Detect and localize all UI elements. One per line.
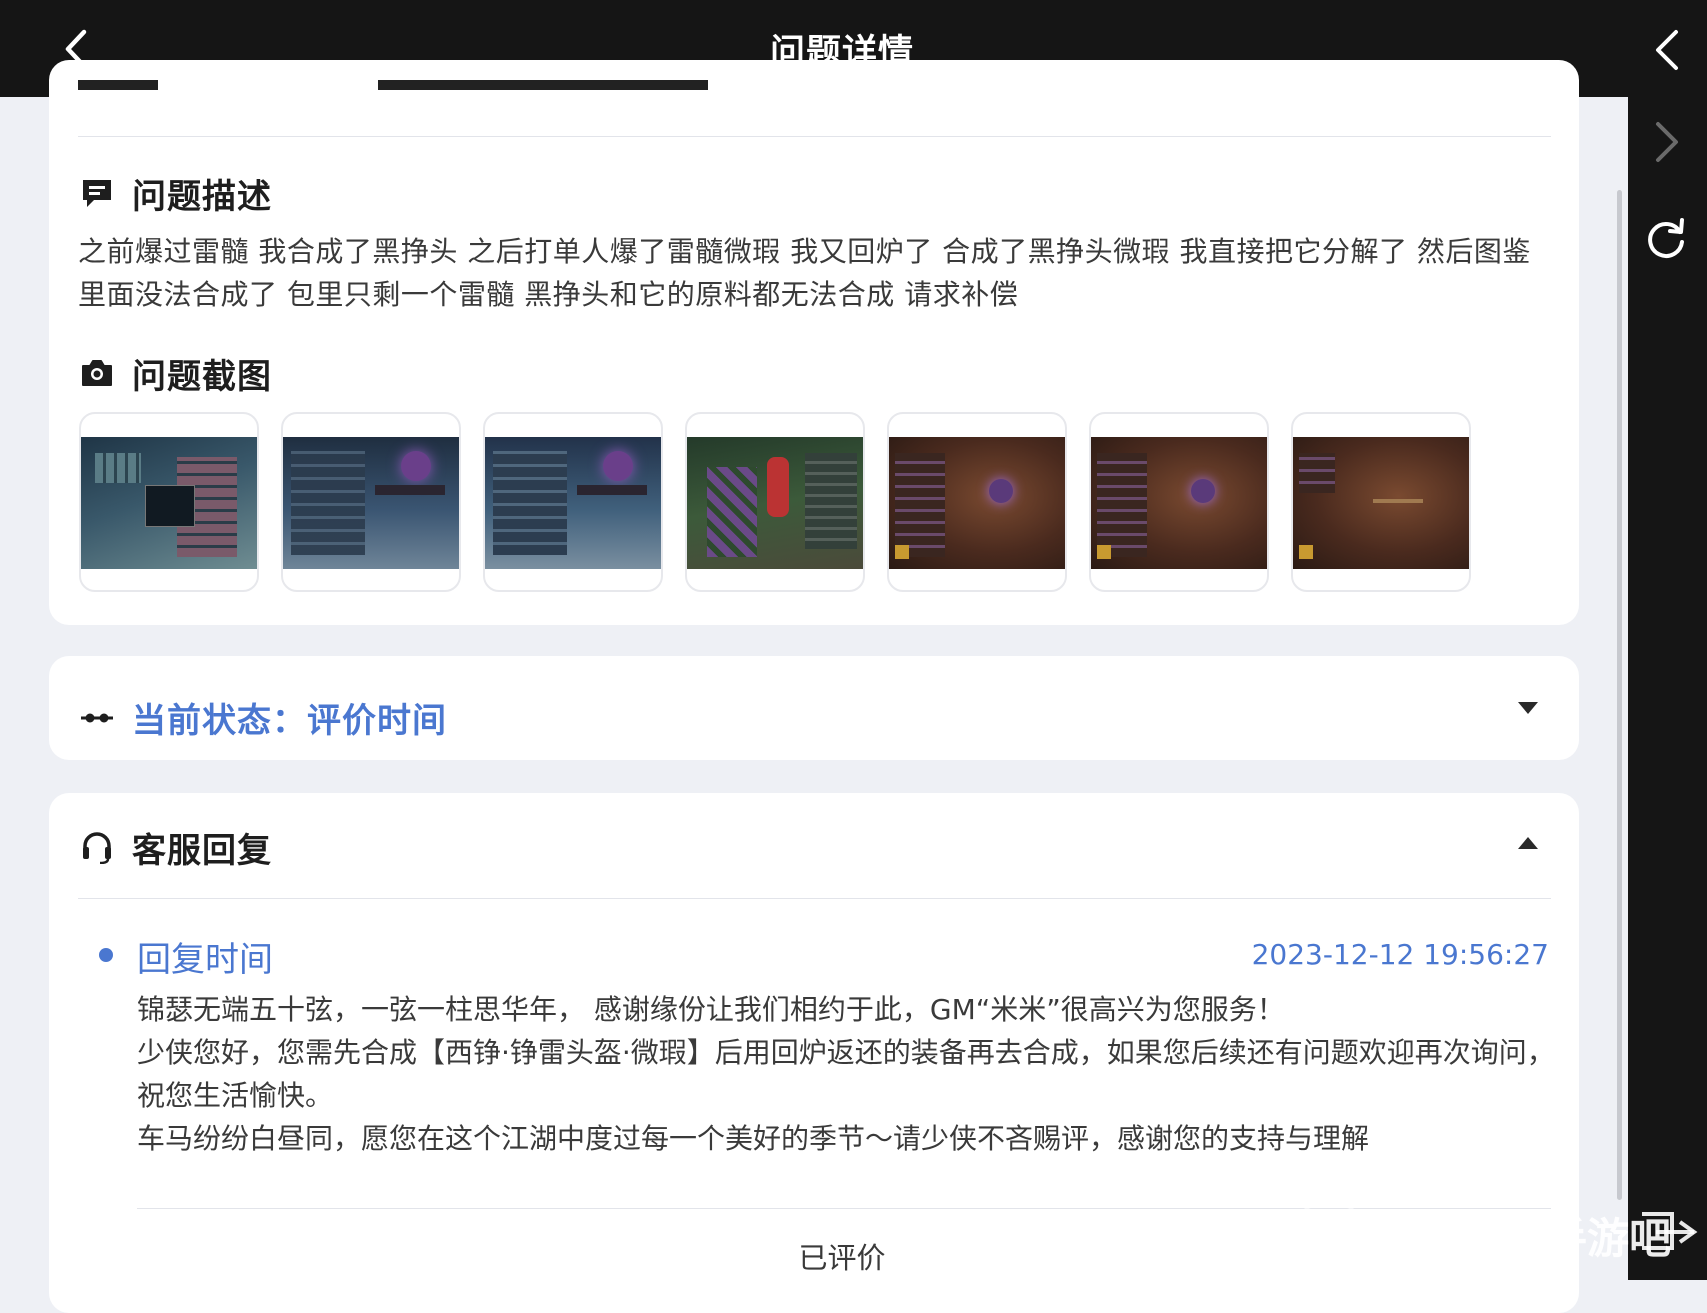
- description-heading: 问题描述: [132, 176, 272, 217]
- status-label: 当前状态：评价时间: [132, 701, 447, 741]
- reply-section-header: 客服回复: [80, 824, 272, 871]
- divider: [78, 136, 1551, 137]
- reply-line: 锦瑟无端五十弦，一弦一柱思华年， 感谢缘份让我们相约于此，GM“米米”很高兴为您…: [137, 993, 1285, 1026]
- screenshot-thumbnail[interactable]: [887, 412, 1067, 592]
- message-icon: [80, 176, 114, 210]
- screenshot-thumbnail[interactable]: [1089, 412, 1269, 592]
- screenshots-heading: 问题截图: [132, 356, 272, 397]
- browser-forward-button[interactable]: [1642, 114, 1692, 170]
- forward-icon: [1656, 122, 1678, 162]
- status-flow-icon: [80, 701, 114, 735]
- caret-up-icon[interactable]: [1518, 837, 1538, 849]
- reply-line: 少侠您好，您需先合成【西铮·铮雷头盔·微瑕】后用回炉返还的装备再去合成，如果您后…: [137, 1036, 1555, 1112]
- caret-down-icon[interactable]: [1518, 702, 1538, 714]
- scrollbar[interactable]: [1617, 190, 1622, 1200]
- screenshot-thumbnail[interactable]: [1291, 412, 1471, 592]
- screenshot-thumbnail[interactable]: [79, 412, 259, 592]
- browser-back-button[interactable]: [1642, 22, 1692, 78]
- description-section-header: 问题描述: [80, 170, 272, 217]
- screenshot-thumbnail[interactable]: [483, 412, 663, 592]
- reply-message: 锦瑟无端五十弦，一弦一柱思华年， 感谢缘份让我们相约于此，GM“米米”很高兴为您…: [137, 988, 1557, 1160]
- watermark-text: 手游吧: [1545, 1214, 1672, 1263]
- reply-time-row: 回复时间 2023-12-12 19:56:27: [99, 932, 1549, 980]
- browser-refresh-button[interactable]: [1642, 210, 1692, 266]
- browser-side-rail: [1628, 0, 1707, 1280]
- camera-icon: [80, 356, 114, 390]
- screenshots-section-header: 问题截图: [80, 350, 272, 397]
- screenshot-thumbnail[interactable]: [685, 412, 865, 592]
- reply-timestamp: 2023-12-12 19:56:27: [1251, 938, 1549, 971]
- timeline-dot: [99, 948, 113, 962]
- reply-heading: 客服回复: [132, 830, 272, 871]
- issue-title-partial: [78, 80, 928, 98]
- screenshot-thumbnail[interactable]: [281, 412, 461, 592]
- refresh-icon: [1648, 218, 1684, 258]
- back-icon: [1656, 30, 1678, 70]
- reply-line: 车马纷纷白昼同，愿您在这个江湖中度过每一个美好的季节～请少侠不吝赐评，感谢您的支…: [137, 1122, 1370, 1155]
- status-row[interactable]: 当前状态：评价时间: [80, 693, 447, 742]
- issue-description: 之前爆过雷髓 我合成了黑挣头 之后打单人爆了雷髓微瑕 我又回炉了 合成了黑挣头微…: [78, 235, 1531, 311]
- reply-time-label: 回复时间: [137, 940, 273, 980]
- screenshot-gallery: [79, 412, 1493, 592]
- headset-icon: [80, 830, 114, 864]
- divider: [78, 898, 1551, 899]
